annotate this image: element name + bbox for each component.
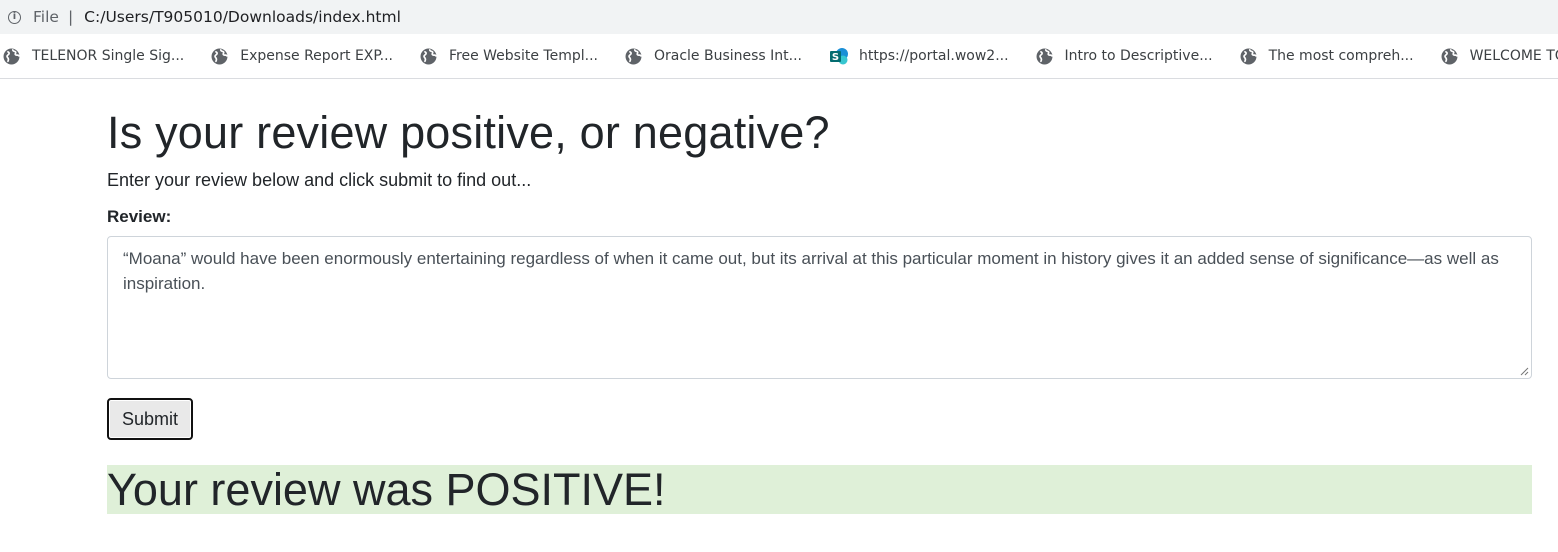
globe-icon bbox=[1441, 48, 1458, 64]
bookmark-item[interactable]: WELCOME TO OCT... bbox=[1441, 48, 1558, 65]
bookmark-item[interactable]: S https://portal.wow2... bbox=[829, 46, 1009, 66]
bookmark-item[interactable]: Intro to Descriptive... bbox=[1036, 48, 1213, 65]
globe-icon bbox=[211, 48, 229, 64]
bookmarks-bar: TELENOR Single Sig... Expense Report EXP… bbox=[0, 34, 1558, 79]
bookmark-label: The most compreh... bbox=[1268, 48, 1414, 64]
globe-icon bbox=[625, 48, 642, 64]
bookmark-item[interactable]: TELENOR Single Sig... bbox=[3, 48, 184, 65]
address-bar[interactable]: i File | C:/Users/T905010/Downloads/inde… bbox=[0, 0, 1558, 34]
result-banner: Your review was POSITIVE! bbox=[107, 465, 1532, 514]
globe-icon bbox=[420, 48, 437, 64]
bookmark-item[interactable]: Free Website Templ... bbox=[420, 48, 598, 65]
page-lead: Enter your review below and click submit… bbox=[107, 170, 532, 190]
bookmark-item[interactable]: The most compreh... bbox=[1240, 48, 1414, 65]
sharepoint-icon: S bbox=[830, 48, 849, 65]
url-separator: | bbox=[67, 8, 74, 26]
resize-grip-icon[interactable] bbox=[1519, 366, 1529, 376]
review-textarea[interactable]: “Moana” would have been enormously enter… bbox=[107, 236, 1532, 379]
info-icon[interactable]: i bbox=[8, 10, 21, 24]
bookmark-label: Intro to Descriptive... bbox=[1064, 48, 1213, 64]
bookmark-label: Oracle Business Int... bbox=[653, 48, 803, 64]
svg-text:S: S bbox=[832, 52, 839, 63]
url-text[interactable]: C:/Users/T905010/Downloads/index.html bbox=[84, 8, 401, 26]
bookmark-label: Expense Report EXP... bbox=[240, 48, 393, 64]
bookmark-label: TELENOR Single Sig... bbox=[32, 48, 185, 64]
submit-button[interactable]: Submit bbox=[107, 398, 193, 440]
bookmark-label: WELCOME TO OCT... bbox=[1469, 48, 1558, 64]
bookmark-label: https://portal.wow2... bbox=[859, 48, 1009, 64]
url-scheme: File bbox=[33, 8, 59, 26]
bookmark-item[interactable]: Oracle Business Int... bbox=[625, 48, 802, 65]
globe-icon bbox=[1036, 48, 1053, 64]
globe-icon bbox=[1240, 48, 1257, 64]
page-title: Is your review positive, or negative? bbox=[107, 107, 830, 158]
globe-icon bbox=[3, 48, 20, 64]
review-text: “Moana” would have been enormously enter… bbox=[123, 249, 1499, 293]
bookmark-item[interactable]: Expense Report EXP... bbox=[211, 48, 393, 65]
review-label: Review: bbox=[107, 207, 172, 226]
bookmark-label: Free Website Templ... bbox=[449, 48, 598, 64]
